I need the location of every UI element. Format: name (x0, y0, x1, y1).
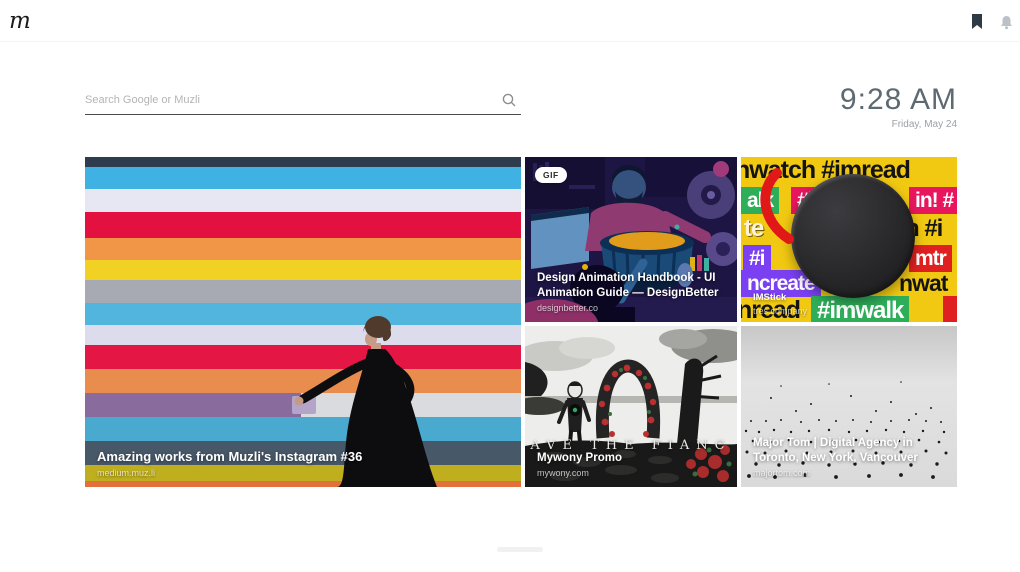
hashtag-word: alk (741, 187, 779, 214)
card-title: IMStick (753, 292, 945, 304)
top-bar: m (0, 0, 1020, 42)
card-mywony[interactable]: AVE THE FIANC Mywony Promo mywony.com (525, 326, 737, 487)
card-muzli-instagram[interactable]: Amazing works from Muzli's Instagram #36… (85, 157, 521, 487)
bookmark-icon[interactable] (969, 14, 985, 30)
bell-icon[interactable] (998, 14, 1014, 30)
stripe-handle (292, 396, 316, 414)
hashtag-word: #i (743, 245, 771, 272)
card-majortom[interactable]: Major Tom | Digital Agency in Toronto, N… (741, 326, 957, 487)
gif-badge: GIF (535, 167, 567, 183)
clock-widget: 9:28 AM Friday, May 24 (840, 84, 957, 130)
card-title: Design Animation Handbook - UI Animation… (537, 271, 725, 301)
card-title: Major Tom | Digital Agency in Toronto, N… (753, 436, 945, 466)
hashtag-word: te (744, 217, 763, 241)
card-source: tres.company (753, 306, 945, 316)
card-source: mywony.com (537, 468, 725, 478)
card-title: Amazing works from Muzli's Instagram #36 (97, 449, 509, 466)
card-caption: Major Tom | Digital Agency in Toronto, N… (741, 428, 957, 487)
clock-date: Friday, May 24 (840, 119, 957, 130)
card-title: Mywony Promo (537, 451, 725, 466)
card-imstick[interactable]: nwatch #imread alk #i in! # te h #i #i m… (741, 157, 957, 322)
muzli-logo[interactable]: m (9, 8, 31, 34)
card-caption: Amazing works from Muzli's Instagram #36… (85, 441, 521, 487)
card-source: majortom.com (753, 468, 945, 478)
card-designbetter[interactable]: GIF Design Animation Handbook - UI Anima… (525, 157, 737, 322)
clock-time: 9:28 AM (840, 84, 957, 116)
card-caption: IMStick tres.company (741, 284, 957, 322)
card-source: medium.muz.li (97, 468, 509, 478)
search-input[interactable] (85, 94, 501, 106)
striped-wall-image (85, 157, 521, 487)
hashtag-word: in! # (909, 187, 957, 214)
card-caption: Mywony Promo mywony.com (525, 443, 737, 487)
search-bar (85, 86, 521, 115)
painted-stripe (85, 393, 301, 417)
hashtag-word: mtr (909, 245, 952, 272)
loading-indicator (497, 547, 543, 552)
search-icon[interactable] (501, 92, 517, 108)
imstick-disc (791, 174, 915, 298)
card-source: designbetter.co (537, 303, 725, 313)
card-caption: Design Animation Handbook - UI Animation… (525, 263, 737, 322)
